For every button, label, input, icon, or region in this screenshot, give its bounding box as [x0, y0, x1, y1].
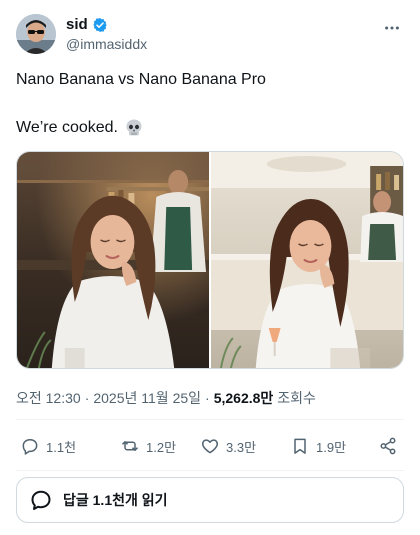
post-meta: 오전 12:30 · 2025년 11월 25일 · 5,262.8만 조회수 [16, 388, 316, 408]
reply-button[interactable]: 1.1천 [20, 432, 76, 460]
media-image-right[interactable] [211, 152, 403, 368]
bookmark-count: 1.9만 [316, 439, 347, 455]
more-options-icon[interactable] [382, 18, 402, 38]
repost-count: 1.2만 [146, 439, 177, 455]
post-media-gallery[interactable] [16, 151, 404, 369]
post-text-line-1: Nano Banana vs Nano Banana Pro [16, 71, 266, 88]
media-image-left[interactable] [17, 152, 209, 368]
heart-icon [201, 439, 219, 454]
share-icon [380, 437, 396, 455]
repost-button[interactable]: 1.2만 [120, 432, 176, 460]
meta-separator: · [205, 390, 210, 406]
meta-separator: · [84, 390, 90, 406]
read-replies-button[interactable]: 답글 1.1천개 읽기 [16, 477, 404, 523]
post-text-line-2: We’re cooked. [16, 118, 144, 138]
share-button[interactable] [378, 432, 398, 460]
read-replies-label: 답글 1.1천개 읽기 [63, 492, 168, 508]
repost-icon [121, 441, 139, 451]
author-handle[interactable]: @immasiddx [66, 36, 147, 52]
post-header: sid @immasiddx [16, 14, 404, 58]
bookmark-icon [294, 438, 306, 454]
avatar[interactable] [16, 14, 56, 54]
reply-count: 1.1천 [46, 439, 77, 455]
reply-icon [22, 439, 38, 455]
author-name-row[interactable]: sid [66, 16, 108, 33]
author-name[interactable]: sid [66, 16, 88, 33]
views-label: 조회수 [277, 390, 316, 406]
skull-icon [124, 118, 144, 138]
bookmark-button[interactable]: 1.9만 [290, 432, 346, 460]
action-bar: 1.1천 1.2만 3.3만 1.9만 [16, 432, 404, 460]
divider [16, 419, 404, 420]
reply-bubble-icon [31, 490, 51, 510]
verified-badge-icon [92, 17, 108, 33]
like-count: 3.3만 [226, 439, 257, 455]
divider [16, 470, 404, 471]
views-count: 5,262.8만 [213, 390, 274, 406]
like-button[interactable]: 3.3만 [200, 432, 256, 460]
post-time[interactable]: 오전 12:30 [16, 388, 81, 408]
post-date[interactable]: 2025년 11월 25일 [93, 388, 201, 408]
post-text-line-2-text: We’re cooked. [16, 119, 118, 136]
